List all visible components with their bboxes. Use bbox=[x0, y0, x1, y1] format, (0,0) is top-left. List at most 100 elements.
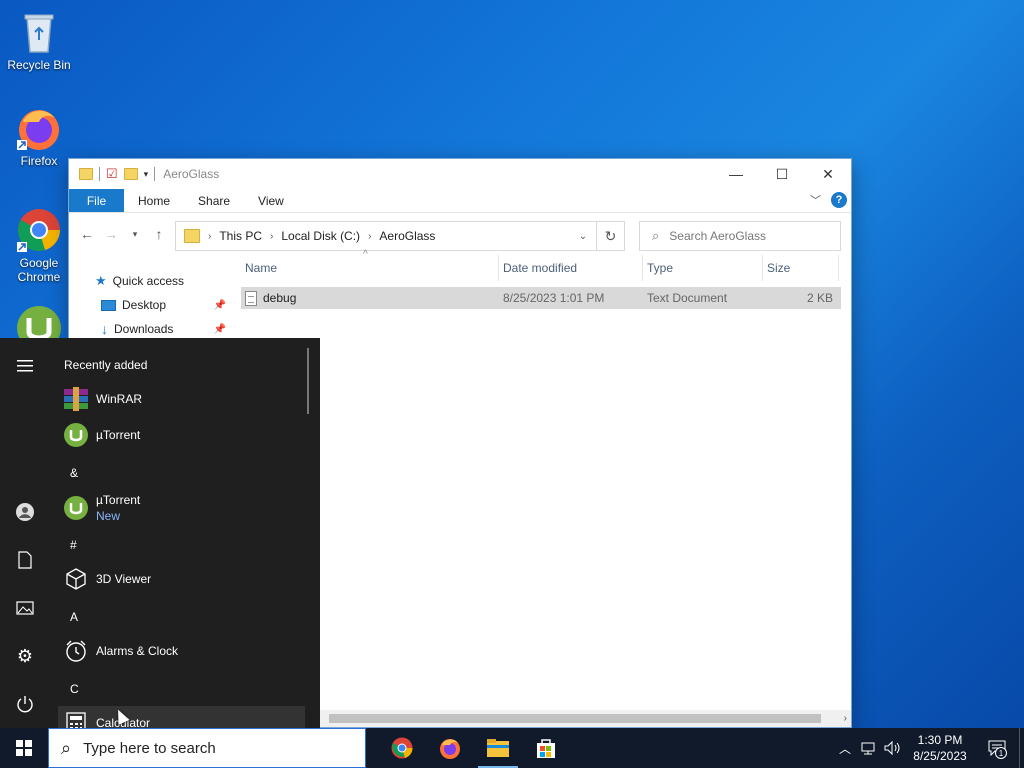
column-name[interactable]: Name bbox=[241, 255, 499, 281]
desktop-icon-recycle-bin[interactable]: Recycle Bin bbox=[2, 8, 76, 72]
app-3d-viewer[interactable]: 3D Viewer bbox=[64, 564, 304, 594]
taskbar-chrome[interactable] bbox=[378, 728, 426, 768]
network-icon[interactable] bbox=[857, 728, 881, 768]
start-button[interactable] bbox=[0, 728, 48, 768]
nav-quick-access[interactable]: ★ Quick access bbox=[69, 269, 234, 293]
forward-arrow-icon[interactable]: → bbox=[99, 222, 123, 246]
address-row: ← → ▾ ↑ › This PC › Local Disk (C:) › Ae… bbox=[69, 213, 851, 255]
app-utorrent[interactable]: µTorrent New bbox=[64, 492, 304, 524]
new-badge: New bbox=[96, 509, 121, 523]
taskbar-firefox[interactable] bbox=[426, 728, 474, 768]
documents-icon[interactable] bbox=[13, 548, 37, 572]
desktop-icon-label: Recycle Bin bbox=[7, 58, 71, 72]
pictures-icon[interactable] bbox=[13, 596, 37, 620]
clock-date: 8/25/2023 bbox=[913, 749, 967, 763]
search-input[interactable]: ⌕ Search AeroGlass bbox=[639, 221, 841, 251]
tab-home[interactable]: Home bbox=[124, 189, 184, 212]
clock[interactable]: 1:30 PM 8/25/2023 bbox=[905, 732, 975, 764]
star-icon: ★ bbox=[95, 273, 107, 288]
app-utorrent-recent[interactable]: µTorrent bbox=[64, 420, 304, 450]
breadcrumb-this-pc[interactable]: This PC bbox=[219, 229, 262, 243]
horizontal-scrollbar[interactable]: › bbox=[319, 710, 851, 727]
settings-gear-icon[interactable]: ⚙ bbox=[13, 644, 37, 668]
chevron-right-icon[interactable]: › bbox=[368, 231, 371, 242]
close-button[interactable]: ✕ bbox=[805, 159, 851, 189]
breadcrumb-local-disk[interactable]: Local Disk (C:) bbox=[281, 229, 360, 243]
maximize-button[interactable]: ☐ bbox=[759, 159, 805, 189]
search-placeholder: Search AeroGlass bbox=[669, 229, 766, 243]
clock-time: 1:30 PM bbox=[917, 733, 963, 747]
folder-icon bbox=[184, 229, 200, 243]
expand-ribbon-icon[interactable]: ﹀ bbox=[810, 192, 821, 208]
hamburger-menu-icon[interactable] bbox=[13, 354, 37, 378]
volume-icon[interactable] bbox=[881, 728, 905, 768]
letter-header-hash[interactable]: # bbox=[70, 538, 77, 552]
desktop-icon-chrome[interactable]: Google Chrome bbox=[2, 206, 76, 284]
taskbar: ⌕ Type here to search ︿ 1:30 PM 8/25/202… bbox=[0, 728, 1024, 768]
letter-header-a[interactable]: A bbox=[70, 610, 78, 624]
help-icon[interactable]: ? bbox=[831, 192, 847, 208]
pin-icon: 📌 bbox=[213, 299, 226, 311]
taskbar-search-placeholder: Type here to search bbox=[83, 739, 216, 757]
properties-icon[interactable]: ☑ bbox=[106, 166, 118, 182]
recently-added-heading: Recently added bbox=[64, 358, 148, 372]
search-icon: ⌕ bbox=[61, 737, 72, 758]
letter-header-c[interactable]: C bbox=[70, 682, 79, 696]
scroll-right-icon[interactable]: › bbox=[844, 713, 847, 724]
3d-cube-icon bbox=[64, 567, 88, 591]
app-calculator[interactable]: Calculator bbox=[64, 708, 304, 728]
action-center-button[interactable]: 1 bbox=[975, 728, 1019, 768]
up-arrow-icon[interactable]: ↑ bbox=[147, 222, 171, 246]
quick-access-toolbar: ☑ ▾ bbox=[79, 166, 156, 182]
column-type[interactable]: Type bbox=[643, 255, 763, 281]
new-folder-icon[interactable] bbox=[123, 168, 138, 180]
title-bar[interactable]: ☑ ▾ AeroGlass — ☐ ✕ bbox=[69, 159, 851, 189]
navigation-pane: ★ Quick access Desktop 📌 ↓ Downloads 📌 bbox=[69, 269, 234, 341]
chrome-icon bbox=[391, 737, 413, 759]
show-desktop-button[interactable] bbox=[1019, 728, 1024, 768]
tab-view[interactable]: View bbox=[244, 189, 298, 212]
minimize-button[interactable]: — bbox=[713, 159, 759, 189]
column-headers: ^ Name Date modified Type Size bbox=[241, 249, 841, 281]
app-alarms-clock[interactable]: Alarms & Clock bbox=[64, 636, 304, 666]
show-hidden-icons-icon[interactable]: ︿ bbox=[833, 728, 857, 768]
recent-locations-icon[interactable]: ▾ bbox=[123, 222, 147, 246]
letter-header-ampersand[interactable]: & bbox=[70, 466, 78, 480]
breadcrumb-aeroglass[interactable]: AeroGlass bbox=[379, 229, 435, 243]
taskbar-search-box[interactable]: ⌕ Type here to search bbox=[48, 728, 366, 768]
nav-desktop[interactable]: Desktop 📌 bbox=[69, 293, 234, 317]
app-list-scrollbar[interactable] bbox=[307, 348, 309, 414]
back-arrow-icon[interactable]: ← bbox=[75, 222, 99, 246]
tab-file[interactable]: File bbox=[69, 189, 124, 212]
desktop-icon-label: Google Chrome bbox=[17, 256, 61, 284]
file-list: ^ Name Date modified Type Size debug 8/2… bbox=[241, 249, 841, 309]
desktop-icon bbox=[101, 299, 116, 311]
column-date[interactable]: Date modified bbox=[499, 255, 643, 281]
column-size[interactable]: Size bbox=[763, 255, 839, 281]
desktop-icon-firefox[interactable]: Firefox bbox=[2, 104, 76, 168]
refresh-icon[interactable]: ↻ bbox=[596, 221, 624, 251]
file-type: Text Document bbox=[647, 291, 728, 305]
tab-share[interactable]: Share bbox=[184, 189, 244, 212]
taskbar-microsoft-store[interactable] bbox=[522, 728, 570, 768]
start-menu-rail: ⚙ bbox=[0, 338, 50, 728]
user-account-icon[interactable] bbox=[13, 500, 37, 524]
search-icon: ⌕ bbox=[652, 228, 660, 243]
power-icon[interactable] bbox=[13, 692, 37, 716]
file-explorer-icon bbox=[487, 739, 509, 757]
app-list[interactable]: Recently added WinRAR µTorrent & µTorren… bbox=[58, 338, 312, 728]
taskbar-file-explorer[interactable] bbox=[474, 728, 522, 768]
file-size: 2 KB bbox=[806, 291, 833, 305]
chevron-down-icon[interactable]: ⌄ bbox=[570, 231, 596, 242]
utorrent-icon bbox=[64, 496, 88, 520]
ribbon-tabs: File Home Share View ﹀ ? bbox=[69, 189, 851, 213]
chevron-right-icon[interactable]: › bbox=[270, 231, 273, 242]
app-winrar[interactable]: WinRAR bbox=[64, 384, 304, 414]
chevron-right-icon[interactable]: › bbox=[208, 231, 211, 242]
file-row-debug[interactable]: debug 8/25/2023 1:01 PM Text Document 2 … bbox=[241, 287, 841, 309]
customize-toolbar-icon[interactable]: ▾ bbox=[144, 169, 149, 180]
address-bar[interactable]: › This PC › Local Disk (C:) › AeroGlass … bbox=[175, 221, 625, 251]
scrollbar-thumb[interactable] bbox=[329, 714, 821, 723]
chrome-icon bbox=[15, 206, 63, 254]
desktop-icon-label: Firefox bbox=[20, 154, 58, 168]
